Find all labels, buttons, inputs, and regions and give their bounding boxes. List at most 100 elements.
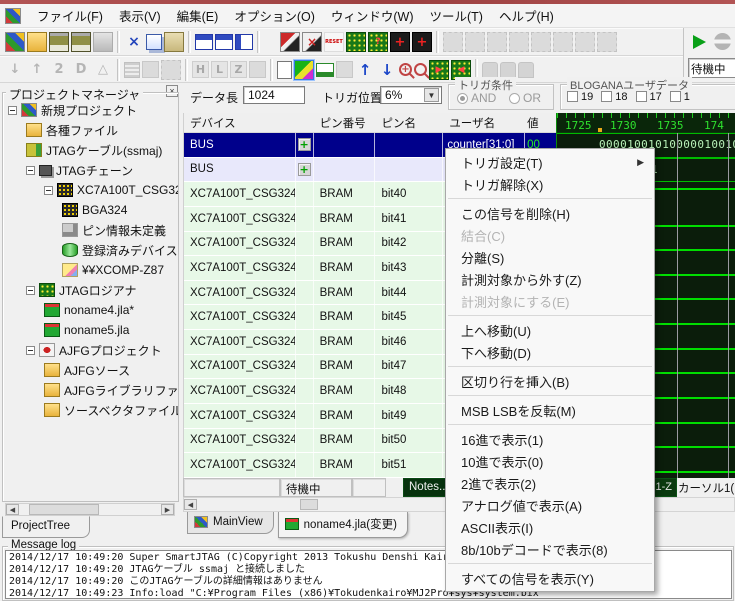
- tree-item[interactable]: AJFGプロジェクト: [6, 340, 178, 360]
- tree-item[interactable]: 各種ファイル: [6, 120, 178, 140]
- copy-button[interactable]: [146, 34, 162, 50]
- connect-button[interactable]: [280, 32, 300, 52]
- erase-button[interactable]: △: [93, 60, 113, 80]
- context-menu-item[interactable]: 10進で表示(0) ▶: [446, 450, 654, 472]
- paste-button[interactable]: [164, 32, 184, 52]
- open-button[interactable]: [27, 32, 47, 52]
- chevron-down-icon[interactable]: ▼: [424, 88, 439, 102]
- verify-button[interactable]: 2: [49, 60, 69, 80]
- stamp-button[interactable]: [482, 62, 498, 78]
- scrollbar-thumb[interactable]: [29, 504, 99, 515]
- stop-button[interactable]: [714, 33, 731, 50]
- blogana-checkbox-item[interactable]: 1: [670, 91, 690, 103]
- tree-item[interactable]: ソースベクタファイル: [6, 400, 178, 420]
- stamp-button[interactable]: [500, 62, 516, 78]
- tree-item[interactable]: AJFGライブラリファイル: [6, 380, 178, 400]
- column-header-pin-number[interactable]: ピン番号: [314, 115, 376, 131]
- context-menu-item[interactable]: 2進で表示(2) ▶: [446, 472, 654, 494]
- move-up-button[interactable]: ↑: [355, 60, 375, 80]
- device-socket-button[interactable]: [531, 32, 551, 52]
- read-device-button[interactable]: ↑: [27, 60, 47, 80]
- tree-expander-icon[interactable]: [26, 286, 35, 295]
- bram-view-button[interactable]: [294, 60, 314, 80]
- board-scan-button[interactable]: [346, 32, 366, 52]
- column-header-user-name[interactable]: ユーザ名: [443, 115, 525, 131]
- save-as-button[interactable]: [71, 32, 91, 52]
- new-project-button[interactable]: [5, 32, 25, 52]
- context-menu-item[interactable]: 16進で表示(1) ▶: [446, 428, 654, 450]
- set-high-button[interactable]: H: [192, 61, 209, 78]
- new-waveform-button[interactable]: [277, 61, 292, 79]
- run-button[interactable]: [693, 35, 706, 49]
- context-menu-item[interactable]: すべての信号を表示(Y) ▶: [446, 567, 654, 589]
- device-socket-button[interactable]: [487, 32, 507, 52]
- expand-bus-button[interactable]: +: [298, 138, 311, 151]
- pulse-view-button[interactable]: [316, 63, 334, 77]
- trigger-or-radio[interactable]: [509, 93, 520, 104]
- list-view-button[interactable]: [124, 62, 140, 78]
- scrollbar-thumb[interactable]: [300, 499, 318, 510]
- context-menu-item[interactable]: 計測対象から外す(Z) ▶: [446, 268, 654, 290]
- memo-button[interactable]: [142, 61, 159, 78]
- context-menu-item[interactable]: 結合(C) ▶: [446, 224, 654, 246]
- add-device-button[interactable]: +: [390, 32, 410, 52]
- column-header-pin-name[interactable]: ピン名: [375, 115, 443, 131]
- context-menu-item[interactable]: この信号を削除(H) ▶: [446, 202, 654, 224]
- expand-bus-button[interactable]: +: [298, 163, 311, 176]
- device-socket-button[interactable]: [443, 32, 463, 52]
- print-button[interactable]: [93, 32, 113, 52]
- blogana-checkbox-item[interactable]: 18: [601, 91, 627, 103]
- write-device-button[interactable]: ↓: [5, 60, 25, 80]
- cut-button[interactable]: ×: [124, 32, 144, 52]
- tree-item[interactable]: BGA324: [6, 200, 178, 220]
- tree-item[interactable]: JTAGロジアナ: [6, 280, 178, 300]
- board-check-button[interactable]: ?: [368, 32, 388, 52]
- tree-item[interactable]: noname5.jla: [6, 320, 178, 340]
- context-menu-item[interactable]: 上へ移動(U) ▶: [446, 319, 654, 341]
- blank-button[interactable]: [336, 61, 353, 78]
- blogana-checkbox-item[interactable]: 19: [567, 91, 593, 103]
- key-blank-button[interactable]: [249, 61, 266, 78]
- tree-item[interactable]: AJFGソース: [6, 360, 178, 380]
- device-socket-button[interactable]: [509, 32, 529, 52]
- tree-item[interactable]: XC7A100T_CSG324: [6, 180, 178, 200]
- tree-expander-icon[interactable]: [8, 106, 17, 115]
- context-menu-item[interactable]: 8b/10bデコードで表示(8) ▶: [446, 538, 654, 560]
- tree-item[interactable]: JTAGチェーン: [6, 160, 178, 180]
- reset-button[interactable]: RESET: [324, 32, 344, 52]
- move-down-button[interactable]: ↓: [377, 60, 397, 80]
- expand-right-button[interactable]: ▶: [429, 60, 449, 80]
- add-device-list-button[interactable]: +: [412, 32, 432, 52]
- menubar-item[interactable]: ツール(T): [422, 7, 491, 27]
- scroll-left-icon[interactable]: ◀: [184, 499, 197, 510]
- project-tree-hscrollbar[interactable]: ◀ ▶: [5, 503, 175, 516]
- menubar-item[interactable]: オプション(O): [226, 7, 323, 27]
- tile-vertical-button[interactable]: [235, 34, 253, 50]
- menubar-item[interactable]: 編集(E): [169, 7, 227, 27]
- context-menu-item[interactable]: ASCII表示(I) ▶: [446, 516, 654, 538]
- device-socket-button[interactable]: [465, 32, 485, 52]
- zoom-in-button[interactable]: +: [399, 63, 412, 76]
- stamp-button[interactable]: [518, 62, 534, 78]
- tree-item[interactable]: 登録済みデバイス: [6, 240, 178, 260]
- blogana-checkbox-item[interactable]: 17: [636, 91, 662, 103]
- tree-expander-icon[interactable]: [26, 346, 35, 355]
- set-low-button[interactable]: L: [211, 61, 228, 78]
- device-socket-button[interactable]: [553, 32, 573, 52]
- tree-item[interactable]: noname4.jla*: [6, 300, 178, 320]
- menubar-item[interactable]: ファイル(F): [29, 7, 111, 27]
- context-menu-item[interactable]: 下へ移動(D) ▶: [446, 341, 654, 363]
- scroll-left-icon[interactable]: ◀: [6, 504, 19, 515]
- menubar-item[interactable]: ヘルプ(H): [491, 7, 562, 27]
- context-menu-item[interactable]: MSB LSBを反転(M) ▶: [446, 399, 654, 421]
- tree-item[interactable]: ピン情報未定義: [6, 220, 178, 240]
- checkbox-icon[interactable]: [601, 91, 612, 102]
- context-menu-item[interactable]: 分離(S) ▶: [446, 246, 654, 268]
- device-info-button[interactable]: [161, 60, 181, 80]
- context-menu-item[interactable]: 計測対象にする(E) ▶: [446, 290, 654, 312]
- tree-item[interactable]: 新規プロジェクト: [6, 100, 178, 120]
- scroll-right-icon[interactable]: ▶: [161, 504, 174, 515]
- waveform-cursor-line[interactable]: [728, 133, 729, 478]
- context-menu-item[interactable]: アナログ値で表示(A) ▶: [446, 494, 654, 516]
- waveform-cursor-line[interactable]: [677, 133, 678, 478]
